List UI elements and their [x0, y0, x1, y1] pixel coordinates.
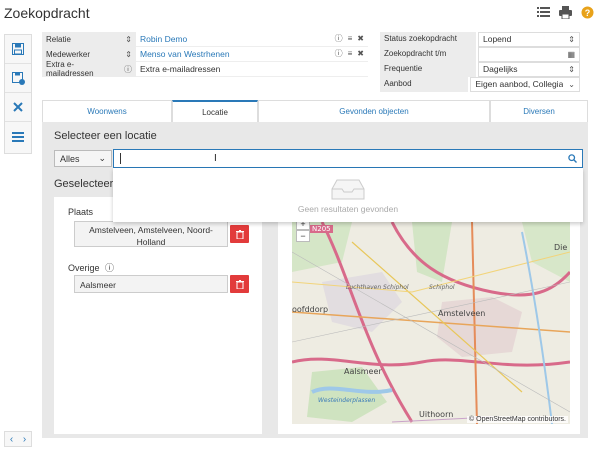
- field-label: Frequentie: [380, 62, 476, 77]
- save-icon: [12, 43, 24, 55]
- search-icon[interactable]: [564, 151, 580, 165]
- fields-right: Status zoekopdracht Lopend ⇕ Zoekopdracht…: [380, 32, 580, 92]
- map-tiles: [292, 222, 570, 424]
- close-icon: [13, 102, 23, 112]
- map-label-diemen: Die: [554, 243, 568, 252]
- close-icon: ✖: [357, 49, 364, 59]
- frequentie-select[interactable]: Dagelijks ⇕: [478, 62, 580, 77]
- medewerker-value[interactable]: Menso van Westrhenen ⓘ ≡ ✖: [136, 47, 368, 62]
- location-map[interactable]: + − N205 Amstelveen Aalsmeer Uithoorn Lu…: [292, 222, 570, 424]
- no-results-text: Geen resultaten gevonden: [297, 204, 399, 214]
- close-icon: ✖: [357, 34, 364, 44]
- save-button[interactable]: [5, 35, 31, 64]
- tab-diversen[interactable]: Diversen: [490, 100, 588, 122]
- save-close-icon: [11, 71, 25, 85]
- map-label-schiphol: Luchthaven Schiphol: [346, 284, 409, 291]
- chevron-left-icon[interactable]: ‹: [10, 434, 13, 445]
- text-caret: [120, 153, 121, 164]
- aanbod-select[interactable]: Eigen aanbod, Collegia ⌄: [470, 77, 580, 92]
- selected-locations-card: Plaats Amstelveen, Amstelveen, Noord-Hol…: [54, 197, 262, 434]
- trash-icon: [235, 229, 244, 239]
- field-label: Relatie ⇕: [42, 32, 136, 47]
- delete-overige-button[interactable]: [230, 275, 249, 293]
- map-label-westeinderplassen: Westeinderplassen: [318, 397, 376, 404]
- pager: ‹ ›: [4, 431, 32, 447]
- info-icon: ⓘ: [334, 34, 343, 44]
- tab-locatie[interactable]: Locatie: [172, 100, 258, 122]
- delete-plaats-button[interactable]: [230, 225, 249, 243]
- map-label-road: N205: [310, 225, 333, 233]
- svg-text:?: ?: [585, 8, 591, 18]
- location-search-input[interactable]: I: [113, 149, 583, 168]
- page-title: Zoekopdracht: [4, 5, 90, 21]
- map-label-aalsmeer: Aalsmeer: [344, 367, 382, 376]
- sort-icon: ⇕: [568, 34, 575, 44]
- tab-bar: Woonwens Locatie Gevonden objecten Diver…: [42, 100, 588, 122]
- menu-icon: ≡: [347, 34, 353, 44]
- map-label-schiphol-east: Schiphol: [429, 284, 455, 291]
- map-label-hoofddorp: oofddorp: [292, 305, 329, 314]
- overige-label: Overige ⓘ: [68, 263, 115, 273]
- save-close-button[interactable]: [5, 64, 31, 93]
- map-card: + − N205 Amstelveen Aalsmeer Uithoorn Lu…: [278, 197, 580, 434]
- zoom-in-button[interactable]: +: [296, 222, 310, 230]
- field-extra-email: Extra e-mailadressen ⓘ Extra e-mailadress…: [42, 60, 368, 78]
- info-icon: ⓘ: [105, 263, 115, 273]
- map-label-uithoorn: Uithoorn: [419, 410, 454, 419]
- scope-select[interactable]: Alles ⌄: [54, 150, 112, 167]
- menu-icon: ≡: [347, 49, 353, 59]
- chevron-right-icon[interactable]: ›: [23, 434, 26, 445]
- menu-button[interactable]: [5, 122, 31, 151]
- field-label: Status zoekopdracht: [380, 32, 476, 47]
- status-select[interactable]: Lopend ⇕: [478, 32, 580, 47]
- delete-button[interactable]: [5, 93, 31, 122]
- sort-icon: ⇕: [568, 64, 575, 74]
- action-sidebar: [4, 34, 32, 154]
- title-bar: Zoekopdracht ?: [0, 0, 600, 28]
- field-date: Zoekopdracht t/m ▦: [380, 47, 580, 62]
- sort-icon[interactable]: ⇕: [125, 50, 132, 59]
- relatie-value[interactable]: Robin Demo ⓘ ≡ ✖: [136, 32, 368, 47]
- calendar-icon: ▦: [567, 49, 575, 59]
- sort-icon[interactable]: ⇕: [125, 35, 132, 44]
- date-input[interactable]: ▦: [478, 47, 580, 62]
- empty-tray-icon: [331, 178, 365, 202]
- menu-icon: [12, 131, 24, 142]
- section-heading: Selecteer een locatie: [54, 130, 157, 142]
- map-attribution[interactable]: © OpenStreetMap contributors.: [467, 416, 568, 423]
- fields-left: Relatie ⇕ Robin Demo ⓘ ≡ ✖ Medewerker ⇕ Menso…: [42, 32, 368, 78]
- field-status: Status zoekopdracht Lopend ⇕: [380, 32, 580, 47]
- field-label: Zoekopdracht t/m: [380, 47, 476, 62]
- locatie-panel: Selecteer een locatie Alles ⌄ I Geen resu…: [42, 122, 588, 438]
- overige-value: Aalsmeer: [74, 275, 228, 293]
- field-relatie: Relatie ⇕ Robin Demo ⓘ ≡ ✖: [42, 32, 368, 47]
- field-frequentie: Frequentie Dagelijks ⇕: [380, 62, 580, 77]
- info-icon: ⓘ: [124, 64, 132, 74]
- search-results-dropdown: Geen resultaten gevonden: [113, 168, 583, 222]
- field-label: Extra e-mailadressen ⓘ: [42, 60, 136, 78]
- trash-icon: [235, 279, 244, 289]
- help-icon[interactable]: ?: [581, 6, 594, 19]
- field-aanbod: Aanbod Eigen aanbod, Collegia ⌄: [380, 77, 580, 92]
- chevron-down-icon: ⌄: [568, 79, 575, 89]
- zoom-out-button[interactable]: −: [296, 230, 310, 242]
- tab-woonwens[interactable]: Woonwens: [42, 100, 172, 122]
- map-label-amstelveen: Amstelveen: [438, 309, 486, 318]
- plaats-value: Amstelveen, Amstelveen, Noord-Holland: [74, 221, 228, 247]
- list-view-icon[interactable]: [537, 6, 550, 19]
- chevron-down-icon: ⌄: [98, 153, 106, 163]
- extra-email-input[interactable]: Extra e-mailadressen: [136, 62, 368, 77]
- tab-gevonden-objecten[interactable]: Gevonden objecten: [258, 100, 490, 122]
- text-cursor-icon: I: [214, 153, 217, 164]
- print-icon[interactable]: [559, 6, 572, 20]
- info-icon: ⓘ: [334, 49, 343, 59]
- field-label: Aanbod: [380, 77, 469, 92]
- plaats-label: Plaats: [68, 207, 94, 217]
